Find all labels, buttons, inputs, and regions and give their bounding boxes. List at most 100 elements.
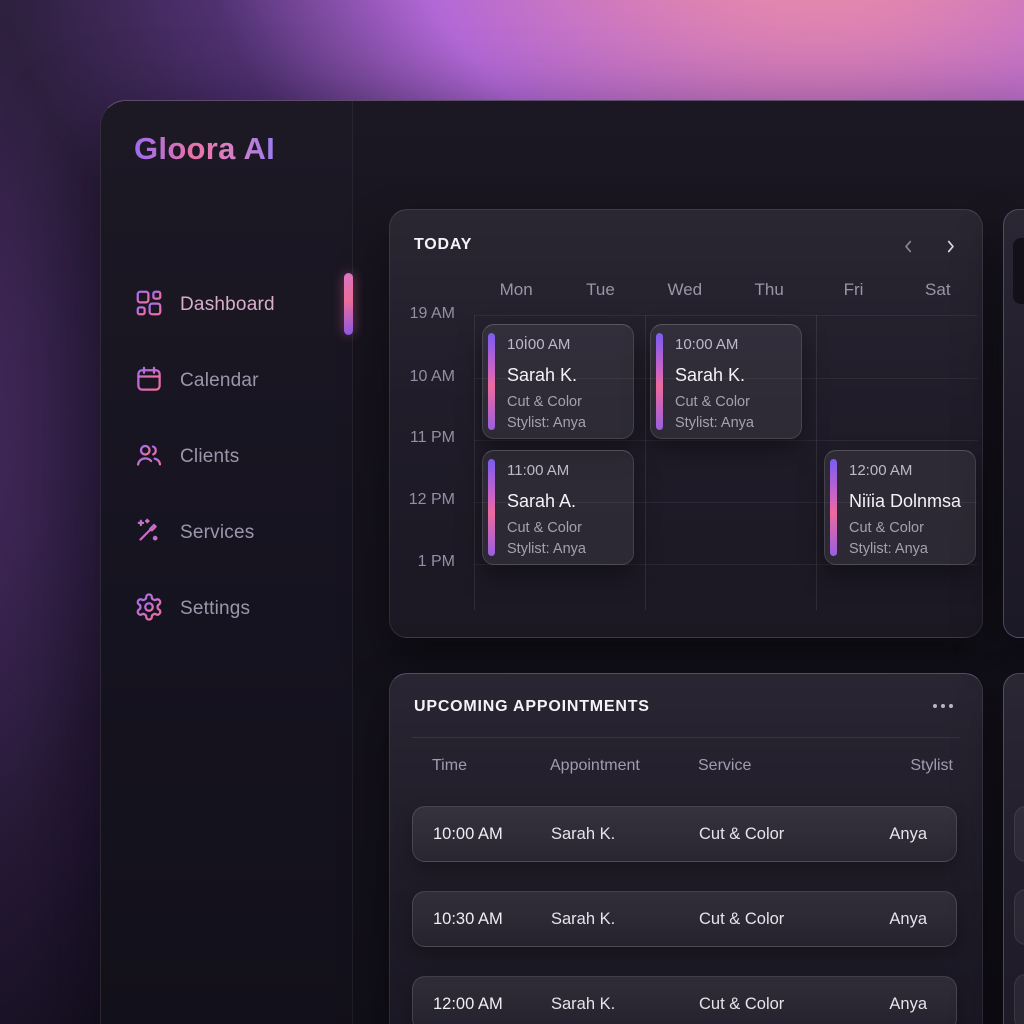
right-panel-button[interactable] [1013, 238, 1024, 304]
sidebar-item-clients[interactable]: Clients [101, 433, 352, 481]
cell-stylist: Anya [831, 995, 927, 1014]
event-service: Cut & Color [675, 393, 795, 412]
app-window: Gloora AI Dashboard Calendar Clients Servic… [100, 100, 1024, 1024]
event-time: 11:00 AM [507, 461, 627, 481]
event-client: Niïia Dolnmsa [849, 489, 969, 513]
day-label-thu: Thu [727, 280, 811, 300]
event-text: 11:00 AM Sarah A. Cut & Color Stylist: Anya [507, 461, 627, 559]
event-stylist: Stylist: Anya [849, 540, 969, 559]
sidebar-item-calendar[interactable]: Calendar [101, 357, 352, 405]
event-text: 12:00 AM Niïia Dolnmsa Cut & Color Stylist:… [849, 461, 969, 559]
event-service: Cut & Color [507, 393, 627, 412]
column-header-service: Service [698, 757, 857, 775]
cell-service: Cut & Color [699, 995, 831, 1014]
cell-stylist: Anya [831, 910, 927, 929]
event-client: Sarah K. [507, 363, 627, 387]
event-accent-bar [488, 459, 495, 556]
today-calendar-card: TODAY MonTueWedThuFriSat 19 AM10 AM11 PM… [389, 209, 983, 638]
column-header-time: Time [432, 757, 550, 775]
table-body: 10:00 AMSarah K.Cut & ColorAnya10:30 AMS… [412, 806, 957, 1024]
day-label-mon: Mon [474, 280, 558, 300]
sidebar-item-services[interactable]: Services [101, 509, 352, 557]
header-divider [412, 737, 960, 738]
cell-service: Cut & Color [699, 825, 831, 844]
calendar-event[interactable]: 12:00 AM Niïia Dolnmsa Cut & Color Stylist:… [824, 450, 976, 565]
event-text: 10İ00 AM Sarah K. Cut & Color Stylist: Anya [507, 335, 627, 433]
cell-appointment: Sarah K. [551, 910, 699, 929]
appointments-title: UPCOMING APPOINTMENTS [414, 698, 650, 716]
sidebar-item-dashboard[interactable]: Dashboard [101, 281, 352, 329]
grid-hline [474, 315, 978, 316]
day-label-fri: Fri [811, 280, 895, 300]
sidebar-nav: Dashboard Calendar Clients Services Settings [101, 281, 352, 661]
time-label: 11 PM [390, 429, 455, 447]
calendar-icon [101, 364, 164, 399]
settings-icon [101, 592, 164, 627]
event-accent-bar [656, 333, 663, 430]
upcoming-appointments-card: UPCOMING APPOINTMENTS TimeAppointmentSer… [389, 673, 983, 1024]
grid-vline [816, 315, 817, 610]
calendar-event[interactable]: 11:00 AM Sarah A. Cut & Color Stylist: Anya [482, 450, 634, 565]
cell-time: 10:30 AM [433, 910, 551, 929]
cell-appointment: Sarah K. [551, 995, 699, 1014]
clipped-right-panel-top [1003, 209, 1024, 638]
day-header-row: MonTueWedThuFriSat [474, 280, 980, 300]
day-label-tue: Tue [558, 280, 642, 300]
grid-hline [474, 440, 978, 441]
day-label-sat: Sat [896, 280, 980, 300]
table-row[interactable]: 12:00 AMSarah K.Cut & ColorAnya [412, 976, 957, 1024]
sidebar-item-label: Dashboard [180, 294, 275, 316]
cell-service: Cut & Color [699, 910, 831, 929]
event-text: 10:00 AM Sarah K. Cut & Color Stylist: Anya [675, 335, 795, 433]
event-accent-bar [488, 333, 495, 430]
time-label: 12 PM [390, 491, 455, 509]
cell-time: 12:00 AM [433, 995, 551, 1014]
sidebar-item-settings[interactable]: Settings [101, 585, 352, 633]
event-time: 10İ00 AM [507, 335, 627, 355]
ellipsis-icon[interactable] [926, 696, 960, 716]
cell-stylist: Anya [831, 825, 927, 844]
event-service: Cut & Color [849, 519, 969, 538]
cell-time: 10:00 AM [433, 825, 551, 844]
calendar-event[interactable]: 10İ00 AM Sarah K. Cut & Color Stylist: Anya [482, 324, 634, 439]
day-label-wed: Wed [643, 280, 727, 300]
time-label: 10 AM [390, 368, 455, 386]
grid-vline [645, 315, 646, 610]
services-icon [101, 516, 164, 551]
event-client: Sarah K. [675, 363, 795, 387]
event-stylist: Stylist: Anya [507, 414, 627, 433]
clipped-row [1014, 889, 1024, 945]
calendar-nav [895, 233, 963, 259]
table-row[interactable]: 10:30 AMSarah K.Cut & ColorAnya [412, 891, 957, 947]
chevron-right-icon[interactable] [937, 233, 963, 259]
app-logo: Gloora AI [134, 131, 275, 167]
grid-vline [474, 315, 475, 610]
table-row[interactable]: 10:00 AMSarah K.Cut & ColorAnya [412, 806, 957, 862]
event-time: 10:00 AM [675, 335, 795, 355]
cell-appointment: Sarah K. [551, 825, 699, 844]
event-accent-bar [830, 459, 837, 556]
column-header-appointment: Appointment [550, 757, 698, 775]
event-service: Cut & Color [507, 519, 627, 538]
calendar-event[interactable]: 10:00 AM Sarah K. Cut & Color Stylist: Anya [650, 324, 802, 439]
clipped-row [1014, 974, 1024, 1024]
chevron-left-icon[interactable] [895, 233, 921, 259]
sidebar-item-label: Services [180, 522, 254, 544]
clipped-right-panel-bottom [1003, 673, 1024, 1024]
column-header-stylist: Stylist [857, 757, 953, 775]
sidebar-item-label: Clients [180, 446, 239, 468]
calendar-title: TODAY [414, 236, 472, 254]
event-client: Sarah A. [507, 489, 627, 513]
active-nav-indicator [344, 273, 353, 335]
event-time: 12:00 AM [849, 461, 969, 481]
event-stylist: Stylist: Anya [675, 414, 795, 433]
time-label: 1 PM [390, 553, 455, 571]
sidebar-item-label: Settings [180, 598, 250, 620]
event-stylist: Stylist: Anya [507, 540, 627, 559]
clipped-row [1014, 806, 1024, 862]
sidebar-item-label: Calendar [180, 370, 259, 392]
clients-icon [101, 440, 164, 475]
sidebar: Gloora AI Dashboard Calendar Clients Servic… [101, 101, 353, 1024]
dashboard-icon [101, 288, 164, 323]
table-header: TimeAppointmentServiceStylist [412, 754, 953, 778]
